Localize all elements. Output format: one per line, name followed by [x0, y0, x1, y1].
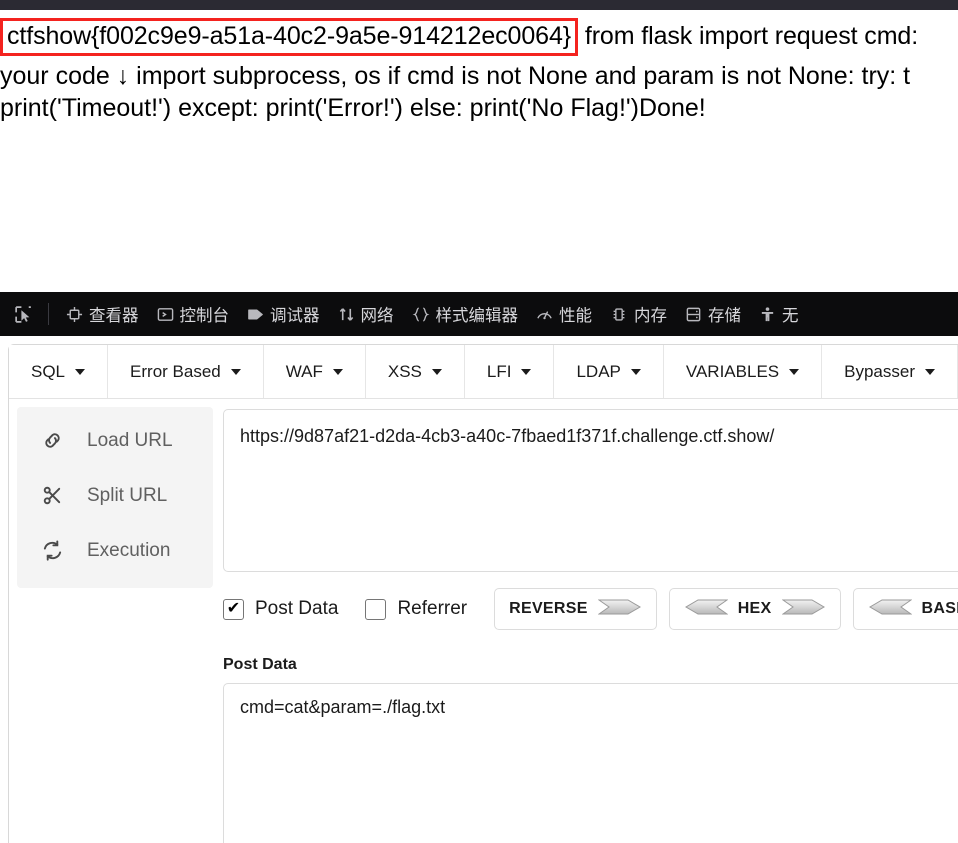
tab-debugger-label: 调试器	[270, 306, 320, 325]
post-data-section-label: Post Data	[223, 656, 297, 673]
flag-highlight-box: ctfshow{f002c9e9-a51a-40c2-9a5e-914212ec…	[0, 18, 579, 56]
chevron-down-icon	[521, 368, 532, 375]
hackbar-button-xss[interactable]: XSS	[365, 345, 465, 398]
load-url-label: Load URL	[87, 429, 173, 451]
reverse-encoder-label: REVERSE	[509, 600, 588, 617]
hackbar-button-ldap[interactable]: LDAP	[554, 345, 664, 398]
load-url-button[interactable]: Load URL	[17, 413, 213, 468]
tab-console-label: 控制台	[179, 306, 230, 325]
tab-memory[interactable]: 内存	[601, 298, 676, 330]
performance-icon	[536, 306, 553, 323]
network-icon	[338, 306, 355, 323]
arrow-left-icon[interactable]	[868, 596, 913, 623]
tab-inspector[interactable]: 查看器	[57, 298, 148, 330]
tab-style-editor[interactable]: 样式编辑器	[403, 298, 528, 330]
hackbar-button-lfi[interactable]: LFI	[464, 345, 555, 398]
chevron-down-icon	[332, 368, 343, 375]
hackbar-button-error-based-label: Error Based	[130, 361, 221, 381]
hackbar-options-row: Post Data Referrer REVERSE	[223, 588, 958, 630]
chevron-down-icon	[230, 368, 241, 375]
toolbar-divider	[48, 303, 49, 325]
post-data-input[interactable]: cmd=cat&param=./flag.txt	[223, 683, 958, 843]
tab-network[interactable]: 网络	[329, 298, 403, 330]
chevron-down-icon	[75, 368, 86, 375]
flag-line: ctfshow{f002c9e9-a51a-40c2-9a5e-914212ec…	[0, 18, 958, 56]
split-url-label: Split URL	[87, 484, 168, 506]
tab-style-editor-label: 样式编辑器	[435, 306, 519, 325]
hackbar-button-lfi-label: LFI	[486, 361, 512, 381]
chevron-down-icon	[789, 368, 800, 375]
hackbar-body: Load URL Split URL Execution https://9d8…	[9, 399, 958, 843]
hackbar-button-ldap-label: LDAP	[576, 361, 621, 381]
storage-icon	[685, 306, 702, 323]
hackbar-button-variables-label: VARIABLES	[685, 361, 780, 381]
base64-encoder-button[interactable]: BASE64	[852, 588, 958, 630]
referrer-checkbox-box[interactable]	[365, 598, 387, 620]
debugger-icon	[247, 306, 264, 323]
hackbar-button-error-based[interactable]: Error Based	[108, 345, 264, 398]
tab-performance-label: 性能	[559, 306, 592, 325]
hackbar-button-bypasser[interactable]: Bypasser	[822, 345, 958, 398]
reverse-encoder-button[interactable]: REVERSE	[494, 588, 657, 630]
hackbar-actions: Load URL Split URL Execution	[9, 399, 223, 843]
execution-label: Execution	[87, 539, 171, 561]
tab-network-label: 网络	[360, 306, 394, 325]
tab-accessibility-label: 无	[782, 306, 799, 325]
arrow-right-icon[interactable]	[780, 596, 826, 623]
tab-performance[interactable]: 性能	[527, 298, 601, 330]
hackbar-panel: SQL Error Based WAF XSS LFI LDAP VARIABL…	[0, 336, 958, 843]
link-icon	[31, 429, 73, 452]
tab-accessibility[interactable]: 无	[750, 298, 808, 330]
refresh-icon	[31, 539, 73, 562]
split-url-button[interactable]: Split URL	[17, 468, 213, 523]
page-body-line-3: print('Timeout!') except: print('Error!'…	[0, 94, 706, 122]
tab-inspector-label: 查看器	[89, 306, 139, 325]
hackbar-actions-inner: Load URL Split URL Execution	[17, 407, 213, 588]
accessibility-icon	[759, 306, 776, 323]
chevron-down-icon	[630, 368, 641, 375]
devtools-toolbar: 查看器 控制台 调试器 网络 样式编辑器 性能 内存 存储 无	[0, 292, 958, 336]
style-editor-icon	[412, 306, 430, 323]
hackbar-button-bypasser-label: Bypasser	[844, 361, 915, 381]
arrow-left-icon[interactable]	[684, 596, 729, 623]
execution-button[interactable]: Execution	[17, 523, 213, 578]
screen: ctfshow{f002c9e9-a51a-40c2-9a5e-914212ec…	[0, 0, 958, 843]
referrer-checkbox[interactable]: Referrer	[365, 598, 467, 620]
element-picker-icon[interactable]	[6, 299, 40, 329]
hackbar-button-sql-label: SQL	[31, 361, 66, 381]
page-content: ctfshow{f002c9e9-a51a-40c2-9a5e-914212ec…	[0, 10, 958, 292]
hackbar-button-xss-label: XSS	[387, 361, 422, 381]
post-data-checkbox-box[interactable]	[223, 598, 244, 620]
hex-encoder-label: HEX	[737, 600, 772, 617]
scissors-icon	[31, 484, 73, 507]
hex-encoder-button[interactable]: HEX	[668, 588, 841, 630]
hackbar-container: SQL Error Based WAF XSS LFI LDAP VARIABL…	[8, 344, 958, 843]
memory-icon	[610, 306, 628, 323]
hackbar-button-sql[interactable]: SQL	[9, 345, 109, 398]
page-body-text: your code ↓ import subprocess, os if cmd…	[0, 60, 958, 124]
post-data-checkbox-label: Post Data	[255, 598, 339, 619]
hackbar-toolbar: SQL Error Based WAF XSS LFI LDAP VARIABL…	[9, 345, 958, 399]
base64-encoder-label: BASE64	[921, 600, 958, 617]
tab-storage-label: 存储	[708, 306, 741, 325]
tab-console[interactable]: 控制台	[148, 298, 239, 330]
referrer-checkbox-label: Referrer	[397, 598, 468, 619]
chevron-down-icon	[925, 368, 935, 375]
chevron-down-icon	[431, 368, 442, 375]
console-icon	[157, 306, 174, 323]
inspector-icon	[66, 306, 83, 323]
hackbar-button-waf[interactable]: WAF	[263, 345, 366, 398]
hackbar-button-waf-label: WAF	[285, 361, 323, 381]
hackbar-button-variables[interactable]: VARIABLES	[663, 345, 823, 398]
tab-debugger[interactable]: 调试器	[238, 298, 329, 330]
tab-memory-label: 内存	[634, 306, 667, 325]
hackbar-main: https://9d87af21-d2da-4cb3-a40c-7fbaed1f…	[223, 399, 958, 843]
url-input[interactable]: https://9d87af21-d2da-4cb3-a40c-7fbaed1f…	[223, 409, 958, 572]
flag-trailing-text: from flask import request cmd:	[578, 22, 919, 50]
browser-chrome-strip	[0, 0, 958, 10]
arrow-right-icon[interactable]	[597, 596, 642, 623]
post-data-checkbox[interactable]: Post Data	[223, 598, 338, 620]
tab-storage[interactable]: 存储	[676, 298, 750, 330]
page-body-line-2: your code ↓ import subprocess, os if cmd…	[0, 62, 911, 90]
